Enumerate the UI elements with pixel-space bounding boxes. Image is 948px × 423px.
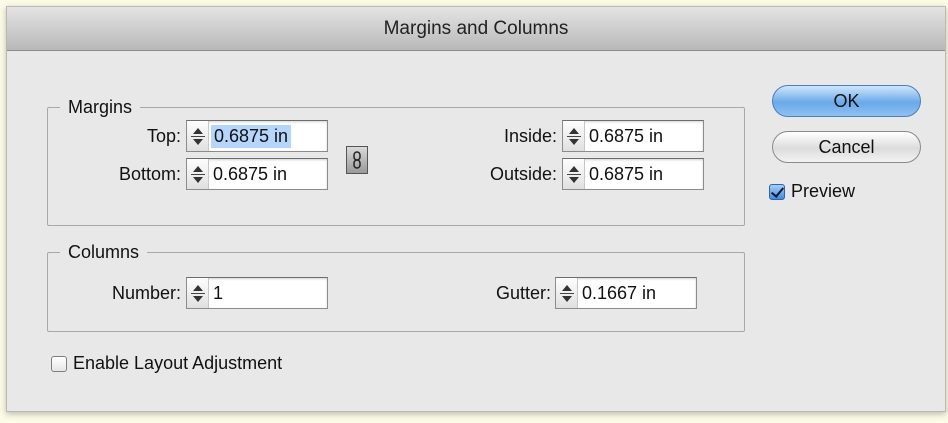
- margins-legend: Margins: [68, 97, 133, 117]
- preview-label[interactable]: Preview: [791, 181, 855, 202]
- dialog-titlebar[interactable]: Margins and Columns: [7, 7, 945, 51]
- stepper-down-icon[interactable]: [561, 295, 572, 302]
- stepper-down-icon[interactable]: [192, 295, 203, 302]
- bottom-margin-value[interactable]: 0.6875 in: [209, 164, 287, 185]
- outside-margin-value[interactable]: 0.6875 in: [585, 164, 663, 185]
- column-number-field[interactable]: 1: [186, 277, 328, 309]
- stepper-up-icon[interactable]: [568, 165, 579, 172]
- outside-label: Outside:: [489, 164, 557, 184]
- bottom-label: Bottom:: [118, 164, 181, 184]
- margins-and-columns-dialog: Margins and Columns Margins Top: 0.6875 …: [6, 6, 946, 412]
- top-margin-field[interactable]: 0.6875 in: [186, 120, 328, 152]
- stepper-up-icon[interactable]: [561, 284, 572, 291]
- layout-adjustment-label[interactable]: Enable Layout Adjustment: [73, 353, 282, 374]
- gutter-stepper[interactable]: [556, 278, 578, 308]
- gutter-value[interactable]: 0.1667 in: [578, 283, 656, 304]
- gutter-field[interactable]: 0.1667 in: [555, 277, 697, 309]
- enable-layout-adjustment-checkbox[interactable]: Enable Layout Adjustment: [51, 353, 282, 374]
- outside-margin-field[interactable]: 0.6875 in: [562, 158, 704, 190]
- stepper-down-icon[interactable]: [192, 138, 203, 145]
- inside-label: Inside:: [503, 126, 557, 146]
- bottom-margin-field[interactable]: 0.6875 in: [186, 158, 328, 190]
- top-margin-stepper[interactable]: [187, 121, 209, 151]
- column-number-stepper[interactable]: [187, 278, 209, 308]
- outside-margin-stepper[interactable]: [563, 159, 585, 189]
- layout-adjustment-checkbox-box[interactable]: [51, 355, 67, 372]
- stepper-up-icon[interactable]: [192, 284, 203, 291]
- stepper-up-icon[interactable]: [192, 127, 203, 134]
- chain-link-glyph: [353, 151, 361, 169]
- column-number-value[interactable]: 1: [209, 283, 223, 304]
- gutter-label: Gutter:: [495, 283, 551, 303]
- preview-checkbox-box[interactable]: [769, 183, 785, 200]
- top-margin-value[interactable]: 0.6875 in: [211, 124, 292, 148]
- ok-button[interactable]: OK: [772, 85, 921, 117]
- stepper-up-icon[interactable]: [192, 165, 203, 172]
- preview-checkbox[interactable]: Preview: [769, 181, 855, 202]
- top-label: Top:: [146, 126, 181, 146]
- stepper-down-icon[interactable]: [568, 176, 579, 183]
- stepper-down-icon[interactable]: [568, 138, 579, 145]
- inside-margin-field[interactable]: 0.6875 in: [562, 120, 704, 152]
- cancel-button[interactable]: Cancel: [772, 131, 921, 163]
- stepper-up-icon[interactable]: [568, 127, 579, 134]
- columns-legend: Columns: [68, 242, 140, 262]
- dialog-title: Margins and Columns: [383, 18, 569, 39]
- chain-link-icon[interactable]: [346, 146, 368, 174]
- inside-margin-stepper[interactable]: [563, 121, 585, 151]
- inside-margin-value[interactable]: 0.6875 in: [585, 126, 663, 147]
- bottom-margin-stepper[interactable]: [187, 159, 209, 189]
- number-label: Number:: [111, 283, 181, 303]
- stepper-down-icon[interactable]: [192, 176, 203, 183]
